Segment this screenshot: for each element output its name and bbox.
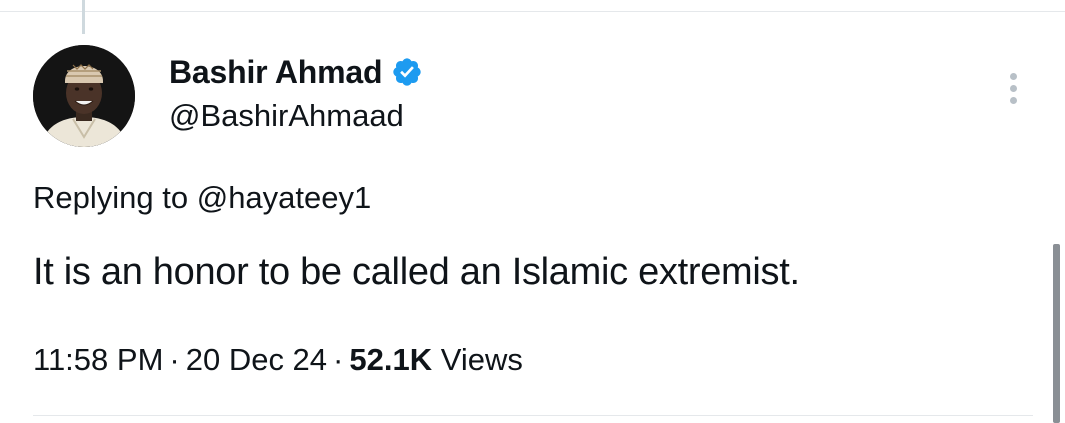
- tweet-date[interactable]: 20 Dec 24: [186, 342, 327, 377]
- tweet-text: It is an honor to be called an Islamic e…: [33, 251, 800, 293]
- bottom-divider: [33, 415, 1033, 416]
- views-label: Views: [440, 342, 523, 377]
- tweet-time[interactable]: 11:58 PM: [33, 342, 163, 377]
- author-handle[interactable]: @BashirAhmaad: [169, 96, 404, 136]
- scrollbar-thumb[interactable]: [1053, 244, 1060, 423]
- more-dot: [1009, 84, 1017, 92]
- replying-to-handle[interactable]: @hayateey1: [197, 180, 372, 215]
- more-dot: [1009, 72, 1017, 80]
- more-options-icon[interactable]: [998, 68, 1028, 108]
- meta-separator: ·: [333, 342, 344, 377]
- replying-to-line: Replying to @hayateey1: [33, 178, 371, 218]
- author-name-row: Bashir Ahmad: [169, 52, 423, 92]
- views-count[interactable]: 52.1K: [349, 342, 432, 377]
- replying-to-label: Replying to: [33, 180, 189, 215]
- meta-separator: ·: [169, 342, 180, 377]
- author-display-name[interactable]: Bashir Ahmad: [169, 52, 383, 92]
- thread-connector-line: [82, 0, 85, 34]
- more-dot: [1009, 96, 1017, 104]
- verified-badge-icon[interactable]: [391, 56, 423, 88]
- tweet-meta: 11:58 PM · 20 Dec 24 · 52.1K Views: [33, 340, 523, 380]
- top-divider: [0, 11, 1065, 12]
- avatar[interactable]: [33, 45, 135, 147]
